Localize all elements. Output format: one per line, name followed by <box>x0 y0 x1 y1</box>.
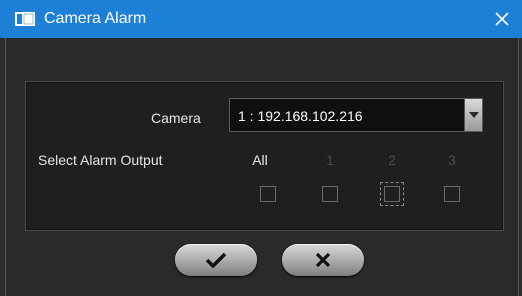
output-checkbox-1[interactable] <box>322 186 338 202</box>
camera-alarm-dialog: Camera Alarm Camera 1 : 192.168.102.216 … <box>0 0 522 296</box>
dropdown-arrow-button[interactable] <box>464 99 482 131</box>
title-bar[interactable]: Camera Alarm <box>0 0 522 38</box>
camera-select-value: 1 : 192.168.102.216 <box>238 108 363 124</box>
output-header-1: 1 <box>326 152 334 168</box>
output-checkbox-all[interactable] <box>260 186 276 202</box>
output-header-all: All <box>252 152 268 168</box>
close-button[interactable] <box>482 0 522 38</box>
cancel-button[interactable] <box>282 244 364 276</box>
alarm-output-label: Select Alarm Output <box>38 152 163 168</box>
camera-window-icon <box>15 12 35 26</box>
output-checkbox-3[interactable] <box>444 186 460 202</box>
output-checkbox-2[interactable] <box>380 182 404 206</box>
camera-label: Camera <box>151 110 201 126</box>
settings-panel: Camera 1 : 192.168.102.216 Select Alarm … <box>25 81 504 231</box>
x-icon <box>315 252 331 268</box>
ok-button[interactable] <box>175 244 257 276</box>
chevron-down-icon <box>468 112 479 118</box>
window-title: Camera Alarm <box>44 10 147 27</box>
camera-select[interactable]: 1 : 192.168.102.216 <box>229 98 483 132</box>
close-icon <box>495 12 509 26</box>
output-header-3: 3 <box>448 152 456 168</box>
checkmark-icon <box>205 252 227 268</box>
output-header-2: 2 <box>388 152 396 168</box>
